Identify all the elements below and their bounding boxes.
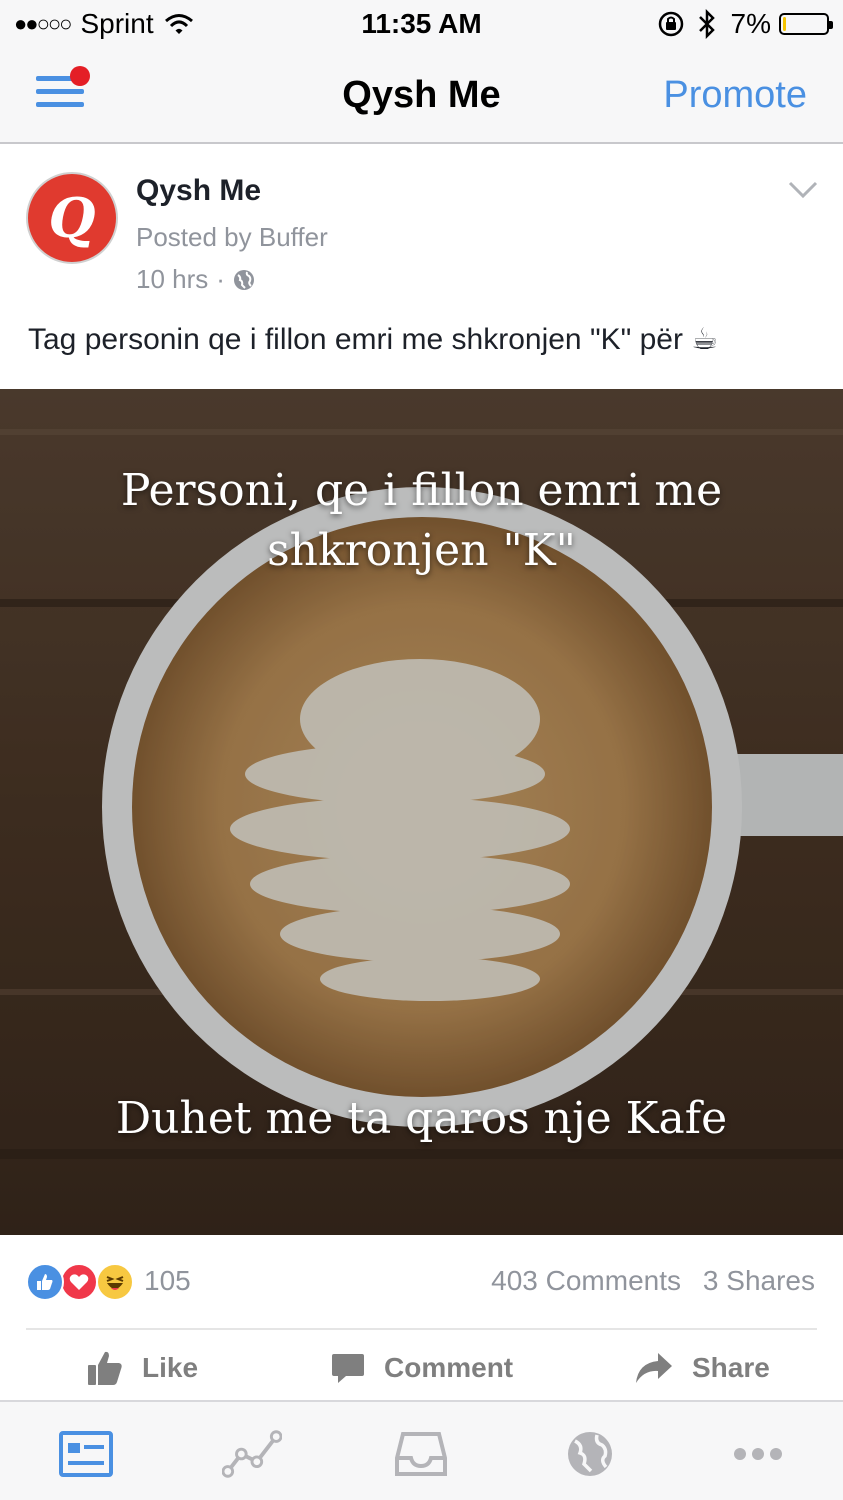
post-time[interactable]: 10 hrs xyxy=(136,264,208,295)
comments-count[interactable]: 403 Comments xyxy=(491,1265,681,1297)
insights-icon xyxy=(222,1430,282,1478)
image-caption-top: Personi, qe i fillon emri me shkronjen "… xyxy=(0,461,843,581)
share-label: Share xyxy=(692,1352,770,1383)
globe-icon xyxy=(568,1432,612,1476)
shares-count[interactable]: 3 Shares xyxy=(703,1265,815,1297)
comment-button[interactable]: Comment xyxy=(330,1346,513,1390)
post-message: Tag personin qe i fillon emri me shkronj… xyxy=(28,323,719,356)
like-button[interactable]: Like xyxy=(86,1346,198,1390)
reactions-summary: 105 403 Comments 3 Shares xyxy=(0,1235,843,1327)
meta-separator: · xyxy=(216,264,225,294)
avatar-letter: Q xyxy=(48,186,96,250)
like-reaction-icon xyxy=(26,1263,64,1301)
battery-level xyxy=(783,17,786,31)
more-icon xyxy=(734,1448,782,1460)
battery-icon xyxy=(779,13,833,35)
reaction-count[interactable]: 105 xyxy=(144,1265,191,1297)
inbox-icon xyxy=(395,1432,447,1476)
comment-label: Comment xyxy=(384,1352,514,1383)
thumbs-up-icon xyxy=(88,1351,122,1385)
share-arrow-icon xyxy=(636,1353,672,1383)
chevron-down-icon[interactable] xyxy=(787,180,819,200)
promote-button[interactable]: Promote xyxy=(663,74,807,117)
post-meta: 10 hrs · xyxy=(136,264,255,295)
globe-icon xyxy=(233,269,254,290)
status-bar: ●●○○○ Sprint 11:35 AM 7% xyxy=(0,0,843,48)
post-header: Q Qysh Me Posted by Buffer 10 hrs · xyxy=(0,146,843,296)
comment-icon xyxy=(332,1354,364,1383)
love-reaction-icon xyxy=(60,1263,98,1301)
tab-news-feed[interactable] xyxy=(56,1426,116,1482)
page-avatar[interactable]: Q xyxy=(26,172,118,264)
tab-inbox[interactable] xyxy=(391,1426,451,1482)
battery-percentage: 7% xyxy=(730,8,771,39)
tab-globe[interactable] xyxy=(560,1426,620,1482)
status-right: 7% xyxy=(657,8,833,40)
news-feed-icon xyxy=(59,1431,113,1477)
post-actions: Like Comment Share xyxy=(0,1330,843,1400)
post-image[interactable]: Personi, qe i fillon emri me shkronjen "… xyxy=(0,389,843,1235)
bluetooth-icon xyxy=(698,9,715,39)
reaction-icons[interactable] xyxy=(26,1263,136,1301)
like-label: Like xyxy=(142,1352,199,1383)
posted-by-label: Posted by Buffer xyxy=(136,222,328,252)
page-name-link[interactable]: Qysh Me xyxy=(136,174,261,208)
haha-reaction-icon xyxy=(96,1263,134,1301)
image-caption-bottom: Duhet me ta qaros nje Kafe xyxy=(115,1093,728,1144)
tab-insights[interactable] xyxy=(222,1426,282,1482)
share-button[interactable]: Share xyxy=(634,1346,770,1390)
image-caption-top-line1: Personi, qe i fillon emri me xyxy=(120,465,723,516)
nav-bar: Qysh Me Promote xyxy=(0,48,843,144)
image-caption-top-line2: shkronjen "K" xyxy=(267,525,576,576)
rotation-lock-icon xyxy=(658,11,683,37)
tab-more[interactable] xyxy=(728,1426,788,1482)
tab-bar xyxy=(0,1400,843,1500)
